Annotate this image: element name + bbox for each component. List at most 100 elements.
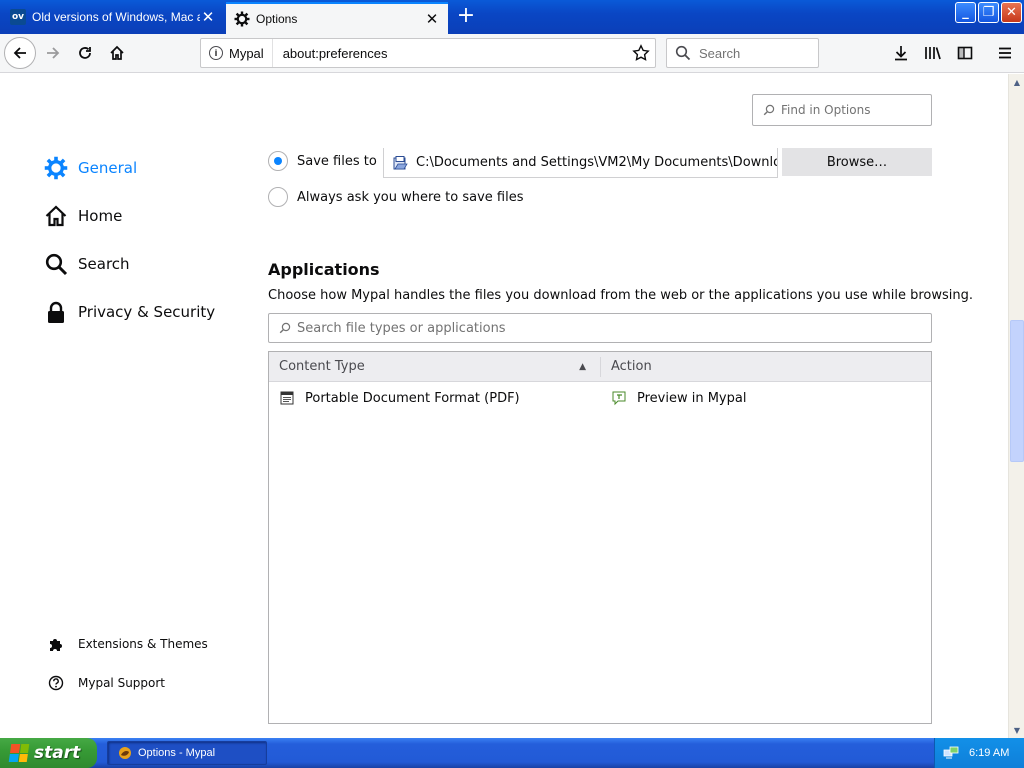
windows-logo-icon (8, 744, 30, 762)
system-tray: 6:19 AM (934, 738, 1024, 768)
category-privacy-security[interactable]: Privacy & Security (44, 300, 215, 324)
forward-arrow-icon (47, 47, 60, 59)
url-text[interactable]: about:preferences (273, 46, 627, 61)
restore-button[interactable]: ❐ (978, 2, 999, 23)
preferences-page: Find in Options General Home Search Priv… (0, 74, 1008, 738)
browse-button[interactable]: Browse… (782, 148, 932, 176)
save-files-radio-row[interactable]: Save files to (268, 151, 377, 171)
radio-selected-dot (274, 157, 282, 165)
hamburger-menu-icon (999, 47, 1011, 59)
title-bar: ov Old versions of Windows, Mac and ✕ Op… (0, 0, 1024, 34)
site-identity[interactable]: i Mypal (201, 39, 273, 67)
tab-title: Old versions of Windows, Mac and (32, 10, 200, 24)
tab-old-versions[interactable]: ov Old versions of Windows, Mac and ✕ (2, 2, 224, 32)
save-files-radio[interactable] (268, 151, 288, 171)
info-icon: i (209, 46, 223, 60)
search-icon (763, 104, 775, 116)
always-ask-radio-row[interactable]: Always ask you where to save files (268, 187, 524, 207)
mypal-app-icon (119, 747, 131, 759)
action-label: Preview in Mypal (637, 390, 747, 406)
content-type-cell: Portable Document Format (PDF) (269, 390, 601, 406)
scroll-up-arrow-icon[interactable]: ▲ (1010, 74, 1024, 90)
home-button[interactable] (102, 38, 132, 68)
always-ask-radio[interactable] (268, 187, 288, 207)
table-header: Content Type ▲ Action (269, 352, 931, 382)
scroll-down-arrow-icon[interactable]: ▼ (1010, 722, 1024, 738)
downloads-button[interactable] (886, 38, 916, 68)
url-bar[interactable]: i Mypal about:preferences (200, 38, 656, 68)
library-icon (925, 47, 941, 60)
reload-button[interactable] (70, 38, 100, 68)
lock-icon (48, 301, 64, 323)
forward-button[interactable] (38, 38, 68, 68)
sidebar-icon (957, 46, 973, 60)
search-icon (45, 253, 68, 276)
back-arrow-icon (13, 47, 26, 59)
identity-label: Mypal (229, 45, 264, 61)
action-cell[interactable]: Preview in Mypal (601, 390, 746, 406)
search-placeholder: Search (699, 45, 741, 61)
search-file-types-input[interactable]: Search file types or applications (268, 313, 932, 343)
puzzle-icon (50, 639, 62, 651)
navigation-toolbar: i Mypal about:preferences Search (0, 34, 1024, 73)
category-search[interactable]: Search (44, 252, 130, 276)
menu-button[interactable] (990, 38, 1020, 68)
download-path: C:\Documents and Settings\VM2\My Documen… (416, 155, 778, 170)
start-button[interactable]: start (0, 738, 97, 768)
column-label: Action (611, 359, 652, 374)
close-tab-icon[interactable]: ✕ (200, 8, 216, 26)
download-icon (895, 46, 907, 61)
apps-search-placeholder: Search file types or applications (297, 320, 506, 336)
preview-icon (612, 391, 626, 406)
content-type-label: Portable Document Format (PDF) (305, 390, 520, 406)
sort-ascending-icon: ▲ (579, 361, 586, 372)
always-ask-label: Always ask you where to save files (297, 189, 524, 205)
category-label: Home (78, 207, 123, 225)
column-action[interactable]: Action (601, 359, 652, 374)
category-home[interactable]: Home (44, 204, 122, 228)
help-icon (48, 675, 64, 691)
document-icon (280, 391, 294, 405)
reload-icon (79, 47, 91, 59)
new-tab-button[interactable]: + (452, 4, 480, 30)
home-icon (45, 205, 67, 227)
tab-options[interactable]: Options ✕ (226, 2, 448, 34)
network-icon (943, 746, 959, 759)
window-controls: _ ❐ ✕ (955, 2, 1022, 23)
applications-heading: Applications (268, 260, 380, 279)
save-files-label: Save files to (297, 153, 377, 169)
taskbar-item-label: Options - Mypal (138, 747, 216, 759)
ov-icon: ov (10, 9, 26, 25)
category-label: Search (78, 255, 130, 273)
gear-icon (234, 11, 250, 27)
category-label: General (78, 159, 138, 177)
footer-link-label: Extensions & Themes (78, 637, 208, 651)
vertical-scrollbar[interactable]: ▲ ▼ (1008, 74, 1024, 738)
category-general[interactable]: General (44, 156, 137, 180)
column-label: Content Type (279, 359, 365, 374)
sidebar-button[interactable] (950, 38, 980, 68)
close-tab-icon[interactable]: ✕ (424, 10, 440, 28)
home-icon (110, 45, 124, 60)
taskbar: start Options - Mypal 6:19 AM (0, 738, 1024, 768)
table-row[interactable]: Portable Document Format (PDF) Preview i… (269, 382, 931, 414)
start-label: start (34, 743, 81, 763)
find-in-options-input[interactable]: Find in Options (752, 94, 932, 126)
applications-description: Choose how Mypal handles the files you d… (268, 288, 974, 303)
clock: 6:19 AM (969, 747, 1010, 759)
search-bar[interactable]: Search (666, 38, 819, 68)
download-folder-field: C:\Documents and Settings\VM2\My Documen… (383, 148, 778, 178)
extensions-themes-link[interactable]: Extensions & Themes (48, 636, 208, 652)
taskbar-item-mypal[interactable]: Options - Mypal (107, 741, 267, 765)
mypal-support-link[interactable]: Mypal Support (48, 675, 165, 691)
search-icon (675, 45, 691, 61)
back-button[interactable] (4, 37, 36, 69)
library-button[interactable] (918, 38, 948, 68)
folder-icon (393, 155, 408, 169)
close-window-button[interactable]: ✕ (1001, 2, 1022, 23)
footer-link-label: Mypal Support (78, 676, 166, 690)
column-content-type[interactable]: Content Type ▲ (269, 356, 601, 377)
scrollbar-thumb[interactable] (1010, 320, 1024, 462)
minimize-button[interactable]: _ (955, 2, 976, 23)
bookmark-star-icon[interactable] (627, 44, 655, 62)
